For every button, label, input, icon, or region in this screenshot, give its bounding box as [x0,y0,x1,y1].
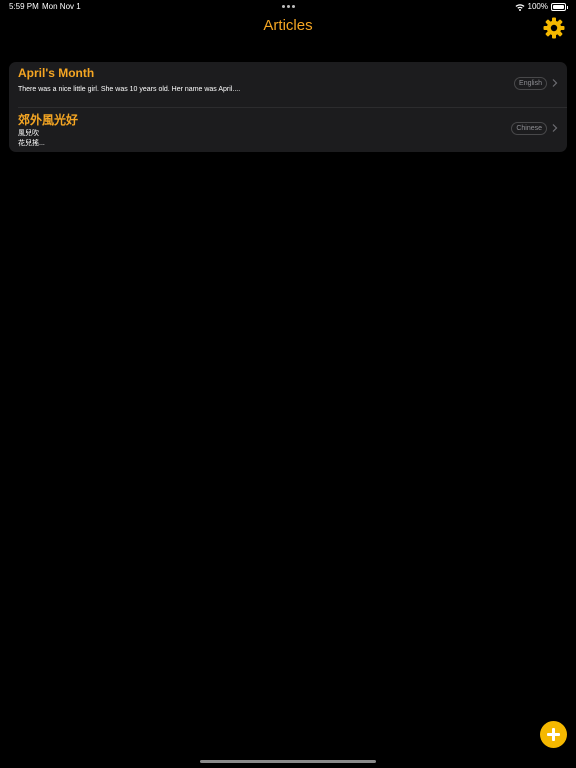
battery-icon [551,2,568,11]
article-title: 郊外風光好 [18,113,79,127]
page-title: Articles [263,17,313,34]
article-snippet: 風兒吹 花兒搖... [18,130,45,147]
article-row-aprils-month[interactable]: April's Month There was a nice little gi… [9,62,567,107]
article-list: April's Month There was a nice little gi… [9,62,567,152]
status-date: Mon Nov 1 [42,2,81,11]
status-right: 100% [515,2,568,11]
chevron-right-icon [552,79,558,87]
status-bar: 5:59 PM Mon Nov 1 100% [0,0,576,14]
gear-icon [543,17,565,39]
settings-button[interactable] [542,16,566,40]
article-title: April's Month [18,66,95,80]
multitasking-dots-icon[interactable] [282,5,295,8]
chevron-right-icon [552,124,558,132]
language-badge: English [514,77,547,90]
wifi-icon [515,3,525,11]
battery-percent: 100% [527,2,548,11]
home-indicator[interactable] [200,760,376,763]
article-row-chinese[interactable]: 郊外風光好 風兒吹 花兒搖... Chinese [9,107,567,152]
language-badge: Chinese [511,122,547,135]
article-snippet: There was a nice little girl. She was 10… [18,86,241,93]
add-article-button[interactable] [540,721,567,748]
status-time: 5:59 PM [9,2,39,11]
